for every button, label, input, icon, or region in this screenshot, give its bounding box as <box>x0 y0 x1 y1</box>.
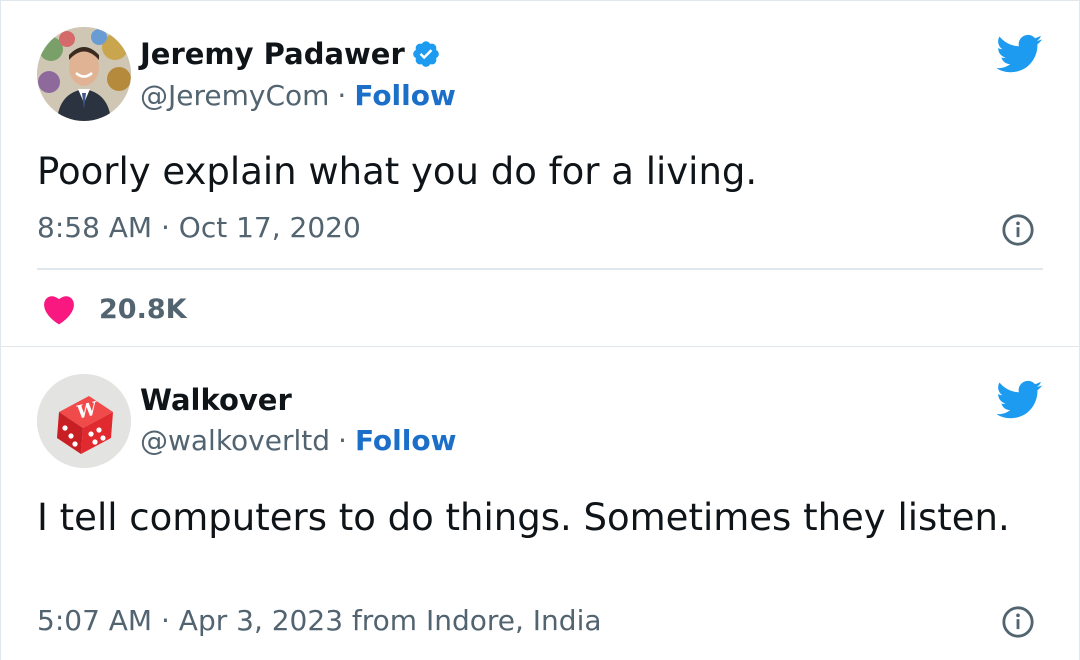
display-name[interactable]: Walkover <box>140 383 292 417</box>
follow-link[interactable]: Follow <box>355 424 457 457</box>
tweet-text: I tell computers to do things. Sometimes… <box>37 496 1010 539</box>
display-name[interactable]: Jeremy Padawer <box>140 37 441 71</box>
tweet-card: W Walkover @walkoverltd · Follow I tell co… <box>0 346 1080 660</box>
verified-badge-icon <box>412 41 439 67</box>
handle-row: @walkoverltd · Follow <box>140 424 456 458</box>
avatar[interactable]: W <box>37 374 131 468</box>
separator: · <box>337 79 347 112</box>
info-icon[interactable] <box>1001 605 1035 639</box>
tweet-timestamp[interactable]: 5:07 AM · Apr 3, 2023 from Indore, India <box>37 604 602 638</box>
twitter-bird-icon[interactable] <box>997 34 1043 74</box>
handle-row: @JeremyCom · Follow <box>140 79 456 113</box>
tweet-text: Poorly explain what you do for a living. <box>37 150 758 193</box>
separator: · <box>338 424 347 457</box>
info-icon[interactable] <box>1001 213 1035 247</box>
tweet-card: Jeremy Padawer @JeremyCom · Follow Poorly … <box>0 0 1080 347</box>
handle[interactable]: @walkoverltd <box>140 424 330 457</box>
twitter-bird-icon[interactable] <box>997 380 1043 420</box>
divider <box>37 268 1043 270</box>
like-action[interactable]: 20.8K <box>41 290 187 328</box>
heart-icon[interactable] <box>41 293 77 325</box>
like-count: 20.8K <box>99 293 187 325</box>
avatar[interactable] <box>37 27 131 121</box>
handle[interactable]: @JeremyCom <box>140 79 329 112</box>
tweet-timestamp[interactable]: 8:58 AM · Oct 17, 2020 <box>37 211 361 245</box>
follow-link[interactable]: Follow <box>354 79 456 112</box>
